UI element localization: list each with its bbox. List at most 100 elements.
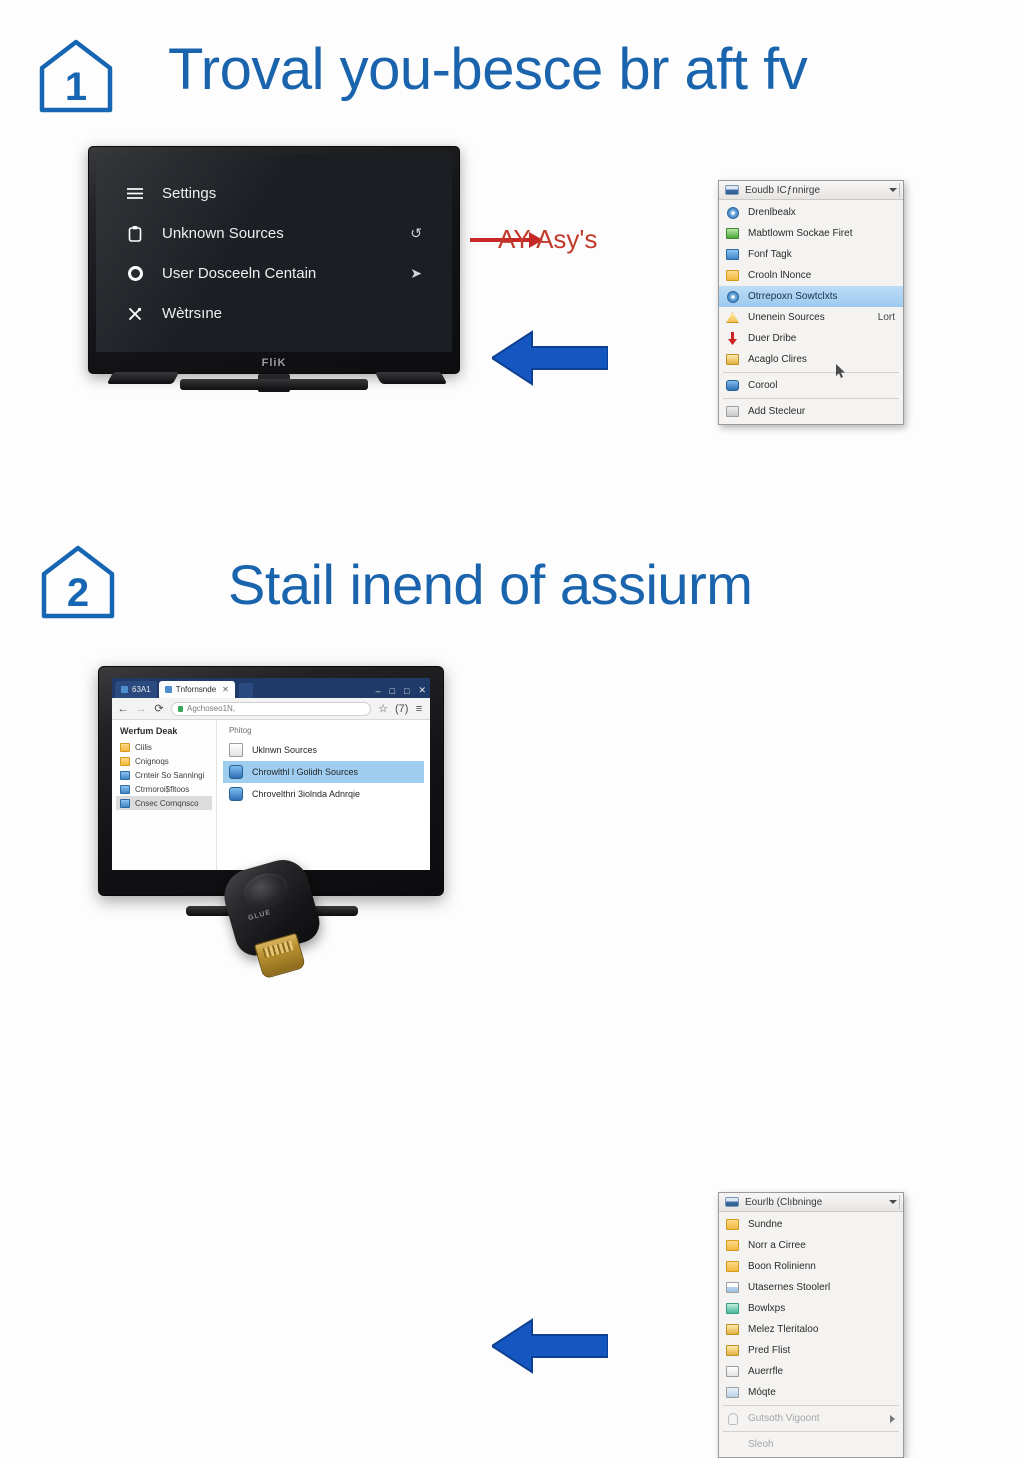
tv-menu-item-settings[interactable]: Settings — [122, 176, 426, 211]
tv-menu-item-wetrsine[interactable]: Wètrsıne — [122, 296, 426, 331]
context-menu-header[interactable]: Eoudb ICƒnnirge — [719, 181, 903, 200]
file-row[interactable]: Chrovelthri 3iolnda Adnrqie — [223, 783, 424, 805]
menu-item-label: Boon Rolinienn — [748, 1261, 816, 1272]
menu-item[interactable]: Pred Flist — [719, 1340, 903, 1361]
menu-item[interactable]: Norr a Cirree — [719, 1235, 903, 1256]
context-menu-header-label: Eoudb ICƒnnirge — [745, 184, 821, 196]
step-2-number: 2 — [66, 571, 90, 615]
sidebar-item-label: Ctrmoroi$fltoos — [135, 784, 190, 794]
back-icon[interactable]: ← — [117, 703, 129, 715]
tv-brand-label: FliK — [261, 357, 287, 369]
context-menu-header[interactable]: Eourlb (Clıbninge — [719, 1193, 903, 1212]
menu-item[interactable]: Auerrfle — [719, 1361, 903, 1382]
browser-tab[interactable]: 63A1 — [115, 681, 157, 698]
tv-menu-item-user-dosceeln-centain[interactable]: User Dosceeln Centain ➤ — [122, 256, 426, 291]
sidebar-item-selected[interactable]: Cnsec Cornqnsco — [116, 796, 212, 810]
tv-menu-item-unknown-sources[interactable]: Unknown Sources ↺ — [122, 216, 426, 251]
menu-item[interactable]: Add Stecleur — [719, 401, 903, 422]
green-puzzle-icon — [725, 227, 740, 241]
file-icon — [228, 743, 243, 757]
browser-toolbar: ← → ⟳ Agchoseo1N, ☆ (7) ≡ — [112, 698, 430, 720]
context-menu-body: Sundne Norr a Cirree Boon Rolinienn Utas… — [719, 1212, 903, 1457]
context-menu-body: Drenlbealx Mabtlowm Sockae Firet Fonf Ta… — [719, 200, 903, 424]
sidebar-item-label: Crnteir So Sannlngi — [135, 770, 205, 780]
file-row[interactable]: Uklnwn Sources — [223, 739, 424, 761]
menu-item-label: Duer Dribe — [748, 333, 797, 344]
step-2-context-menu[interactable]: Eourlb (Clıbninge Sundne Norr a Cirree B… — [718, 1192, 904, 1458]
menu-item[interactable]: Boon Rolinienn — [719, 1256, 903, 1277]
menu-item[interactable]: Unenein Sources Lort — [719, 307, 903, 328]
menu-item[interactable]: Crooln lNonce — [719, 265, 903, 286]
step-1-context-menu[interactable]: Eoudb ICƒnnirge Drenlbealx Mabtlowm Sock… — [718, 180, 904, 425]
menu-header-icon — [725, 1197, 739, 1207]
menu-item[interactable]: Fonf Tagk — [719, 244, 903, 265]
menu-item-selected[interactable]: Otrrepoxn Sowtclxts — [719, 286, 903, 307]
menu-item[interactable]: Utasernes Stoolerl — [719, 1277, 903, 1298]
file-explorer-window: 63A1 Tnfornsnde ✕ – □ □ ✕ ← → ⟳ Agchoseo… — [112, 678, 430, 870]
minimize-button[interactable]: – — [376, 686, 381, 696]
gold-folder-icon — [725, 269, 740, 283]
red-arrow-icon — [725, 332, 740, 346]
menu-item-accelerator: Lort — [877, 312, 895, 323]
clipboard-icon — [122, 223, 148, 245]
gold-folder-icon — [725, 1260, 740, 1274]
folder-icon — [120, 756, 130, 766]
menu-item[interactable]: Móqte — [719, 1382, 903, 1403]
explorer-sidebar: Werfum Deak Ciilis Cnignoqs Crnteir So S… — [112, 720, 217, 870]
restore-button[interactable]: □ — [390, 686, 395, 696]
window-controls: – □ □ ✕ — [376, 685, 426, 696]
file-row-selected[interactable]: Chrowlthl l Golidh Sources — [222, 761, 424, 783]
menu-separator — [723, 1405, 899, 1406]
maximize-button[interactable]: □ — [404, 686, 409, 696]
blue-folder-icon — [725, 248, 740, 262]
sidebar-item[interactable]: Crnteir So Sannlngi — [116, 768, 212, 782]
tv-foot-right — [374, 372, 448, 384]
close-button[interactable]: ✕ — [418, 685, 426, 696]
menu-item-label: Gutsoth Vigoont — [748, 1413, 820, 1424]
menu-item-disabled: Sleoh — [719, 1434, 903, 1455]
chevron-down-icon[interactable] — [889, 1200, 897, 1204]
sidebar-item-label: Cnignoqs — [135, 756, 169, 766]
menu-item-label: Mabtlowm Sockae Firet — [748, 228, 853, 239]
new-tab-button[interactable] — [238, 683, 253, 698]
menu-item[interactable]: Corool — [719, 375, 903, 396]
profile-icon[interactable]: (7) — [395, 703, 408, 715]
window-body: Werfum Deak Ciilis Cnignoqs Crnteir So S… — [112, 720, 430, 870]
address-bar[interactable]: Agchoseo1N, — [171, 701, 371, 716]
window-tabbar: 63A1 Tnfornsnde ✕ – □ □ ✕ — [112, 678, 430, 698]
menu-item-label: Sleoh — [748, 1439, 774, 1450]
menu-item[interactable]: Acaglo Clires — [719, 349, 903, 370]
chevron-down-icon[interactable] — [889, 188, 897, 192]
tv-menu-label: Wètrsıne — [162, 305, 223, 322]
menu-item-label: Corool — [748, 380, 778, 391]
sidebar-item[interactable]: Ctrmoroi$fltoos — [116, 782, 212, 796]
circle-icon — [122, 263, 148, 285]
step-2-header: 2 Stail inend of assiurm — [0, 512, 1024, 652]
menu-item[interactable]: Drenlbealx — [719, 202, 903, 223]
menu-item[interactable]: Duer Dribe — [719, 328, 903, 349]
forward-icon[interactable]: → — [135, 703, 147, 715]
sidebar-title: Werfum Deak — [120, 726, 178, 736]
menu-item-label: Pred Flist — [748, 1345, 791, 1356]
sidebar-item[interactable]: Cnignoqs — [116, 754, 212, 768]
menu-icon[interactable]: ≡ — [413, 703, 425, 715]
tab-label: Tnfornsnde — [175, 685, 217, 694]
menu-item[interactable]: Bowlxps — [719, 1298, 903, 1319]
menu-separator — [723, 372, 899, 373]
menu-item[interactable]: Mabtlowm Sockae Firet — [719, 223, 903, 244]
drive-icon — [120, 798, 130, 808]
menu-item[interactable]: Sundne — [719, 1214, 903, 1235]
reload-icon[interactable]: ⟳ — [153, 702, 165, 715]
tab-close-icon[interactable]: ✕ — [222, 685, 229, 694]
gold-folder-icon — [725, 353, 740, 367]
menu-item-label: Móqte — [748, 1387, 776, 1398]
menu-item-label: Auerrfle — [748, 1366, 784, 1377]
sidebar-item[interactable]: Ciilis — [116, 740, 212, 754]
browser-tab-active[interactable]: Tnfornsnde ✕ — [158, 681, 235, 698]
menu-item-label: Norr a Cirree — [748, 1240, 806, 1251]
bookmark-star-icon[interactable]: ☆ — [377, 702, 389, 715]
menu-item[interactable]: Melez Tleritaloo — [719, 1319, 903, 1340]
menu-item-label: Fonf Tagk — [748, 249, 792, 260]
context-menu-header-label: Eourlb (Clıbninge — [745, 1196, 823, 1208]
drive-icon — [120, 784, 130, 794]
